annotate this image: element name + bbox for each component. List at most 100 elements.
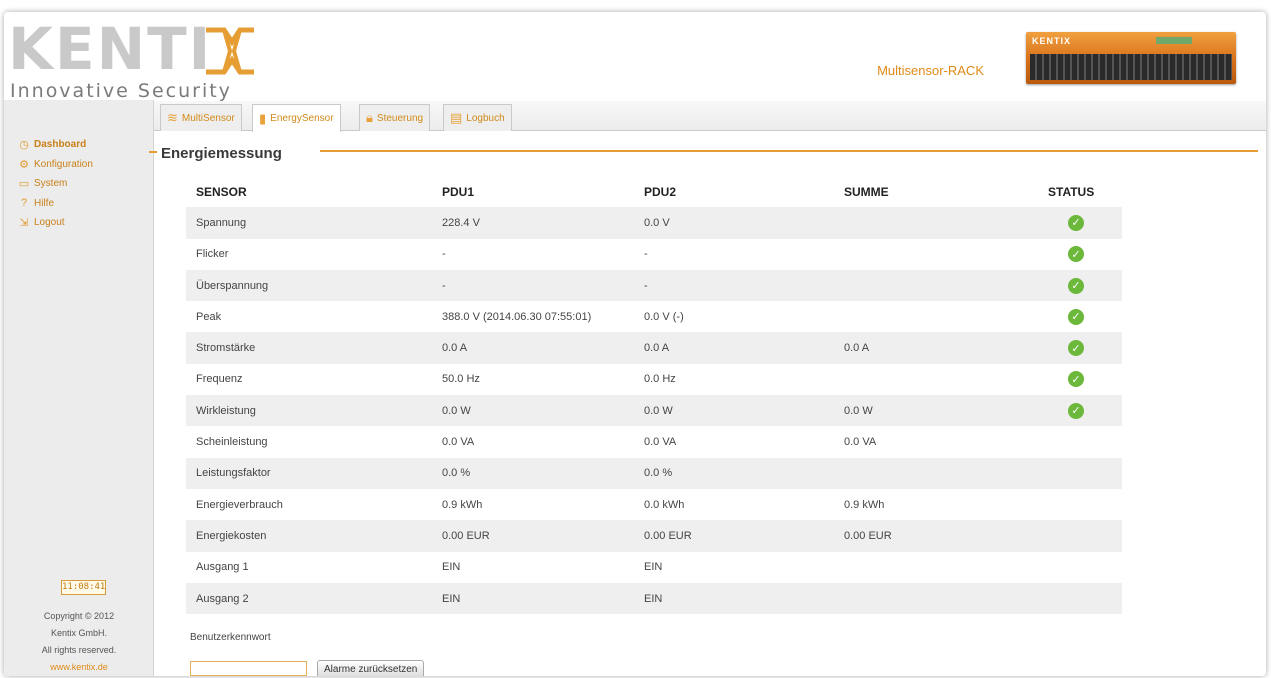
sensor-cell: Leistungsfaktor xyxy=(196,467,271,480)
wrench-icon: ⚙ xyxy=(19,159,29,171)
sensor-cell: Wirkleistung xyxy=(196,404,256,417)
sidebar: ◷ Dashboard ⚙ Konfiguration ▭ System ? H… xyxy=(4,100,154,676)
device-display xyxy=(1156,37,1192,44)
tab-logbuch[interactable]: ▤ Logbuch xyxy=(443,104,512,131)
pdu2-cell: 0.00 EUR xyxy=(644,529,692,542)
monitor-icon: ▭ xyxy=(18,178,30,190)
table-row: Leistungsfaktor 0.0 % 0.0 % xyxy=(186,457,1122,489)
logo-tagline: Innovative Security xyxy=(10,80,232,102)
table-row: Überspannung - - ✓ xyxy=(186,269,1122,302)
status-ok-icon: ✓ xyxy=(1068,340,1084,357)
table-row: Stromstärke 0.0 A 0.0 A 0.0 A ✓ xyxy=(186,332,1122,364)
header-status: STATUS xyxy=(1048,184,1095,199)
sensor-cell: Frequenz xyxy=(196,373,243,386)
summe-cell: 0.00 EUR xyxy=(844,529,892,542)
header: KENTI Innovative Security Multisensor-RA… xyxy=(4,12,1266,102)
summe-cell: 0.9 kWh xyxy=(844,498,885,511)
status-cell: ✓ xyxy=(1048,270,1084,301)
pdu1-cell: 0.9 kWh xyxy=(442,498,483,511)
pdu1-cell: - xyxy=(442,248,446,261)
sensor-icon: ≋ xyxy=(167,110,178,125)
status-cell: ✓ xyxy=(1048,207,1084,238)
sensor-cell: Ausgang 2 xyxy=(196,592,249,605)
pdu1-cell: 0.0 VA xyxy=(442,436,475,449)
sensor-cell: Ausgang 1 xyxy=(196,561,249,574)
table-header: SENSOR PDU1 PDU2 SUMME STATUS xyxy=(186,176,1122,207)
sensor-cell: Flicker xyxy=(196,248,229,261)
sidebar-item-label: Dashboard xyxy=(34,139,87,150)
status-ok-icon: ✓ xyxy=(1068,246,1084,263)
sidebar-item-konfiguration[interactable]: ⚙ Konfiguration xyxy=(18,158,93,171)
section-dash xyxy=(149,151,157,153)
password-input[interactable] xyxy=(190,661,307,676)
logo-x-icon xyxy=(206,27,254,75)
tab-bar: ≋ MultiSensor ▮ EnergySensor 🔒︎ Steuerun… xyxy=(154,101,1266,132)
tab-multisensor[interactable]: ≋ MultiSensor xyxy=(160,104,242,131)
tab-steuerung[interactable]: 🔒︎ Steuerung xyxy=(359,104,431,131)
logbook-icon: ▤ xyxy=(450,110,463,125)
pdu2-cell: 0.0 Hz xyxy=(644,373,676,386)
status-cell: ✓ xyxy=(1048,395,1084,426)
summe-cell: 0.0 VA xyxy=(844,436,877,449)
logo-word: KENTI xyxy=(8,15,213,83)
sidebar-item-label: System xyxy=(34,178,68,189)
pdu2-cell: EIN xyxy=(644,592,663,605)
status-cell: ✓ xyxy=(1048,301,1084,332)
sidebar-item-label: Logout xyxy=(34,217,65,228)
sidebar-item-logout[interactable]: ⇲ Logout xyxy=(18,216,65,229)
tab-label: EnergySensor xyxy=(270,113,334,124)
pdu2-cell: 0.0 A xyxy=(644,342,670,355)
device-image: KENTIX xyxy=(1026,32,1236,84)
sidebar-item-hilfe[interactable]: ? Hilfe xyxy=(18,197,54,209)
pdu1-cell: 388.0 V (2014.06.30 07:55:01) xyxy=(442,310,592,323)
status-ok-icon: ✓ xyxy=(1068,371,1084,388)
sidebar-item-system[interactable]: ▭ System xyxy=(18,177,68,190)
header-pdu1: PDU1 xyxy=(442,184,475,199)
status-ok-icon: ✓ xyxy=(1068,277,1084,294)
pdu1-cell: 50.0 Hz xyxy=(442,373,480,386)
app-window: KENTI Innovative Security Multisensor-RA… xyxy=(4,12,1266,676)
header-summe: SUMME xyxy=(844,184,889,199)
energy-table: SENSOR PDU1 PDU2 SUMME STATUS Spannung 22… xyxy=(186,176,1122,615)
pdu2-cell: 0.0 % xyxy=(644,467,673,480)
pdu1-cell: - xyxy=(442,279,446,292)
tab-energysensor[interactable]: ▮ EnergySensor xyxy=(252,104,341,132)
table-row: Wirkleistung 0.0 W 0.0 W 0.0 W ✓ xyxy=(186,395,1122,427)
status-ok-icon: ✓ xyxy=(1068,214,1084,231)
device-label: KENTIX xyxy=(1032,36,1072,46)
status-cell: ✓ xyxy=(1048,239,1084,270)
website-link[interactable]: www.kentix.de xyxy=(4,662,154,672)
status-cell: ✓ xyxy=(1048,364,1084,395)
sensor-cell: Energiekosten xyxy=(196,529,267,542)
table-row: Ausgang 2 EIN EIN xyxy=(186,582,1122,615)
company-text: Kentix GmbH. xyxy=(50,628,108,638)
status-ok-icon: ✓ xyxy=(1068,308,1084,325)
sensor-cell: Scheinleistung xyxy=(196,436,268,449)
help-icon: ? xyxy=(20,197,28,209)
sidebar-item-label: Hilfe xyxy=(34,197,55,209)
pdu2-cell: 0.0 V (-) xyxy=(644,310,684,323)
tab-label: Logbuch xyxy=(466,112,505,124)
tab-label: MultiSensor xyxy=(181,112,235,124)
sidebar-item-dashboard[interactable]: ◷ Dashboard xyxy=(18,138,86,151)
device-ports xyxy=(1030,54,1232,80)
section-title: Energiemessung xyxy=(161,145,282,162)
table-row: Energiekosten 0.00 EUR 0.00 EUR 0.00 EUR xyxy=(186,520,1122,552)
sensor-cell: Energieverbrauch xyxy=(196,498,283,511)
logout-icon: ⇲ xyxy=(19,217,29,229)
summe-cell: 0.0 A xyxy=(844,342,870,355)
header-pdu2: PDU2 xyxy=(644,184,677,199)
sidebar-item-label: Konfiguration xyxy=(34,159,93,170)
status-ok-icon: ✓ xyxy=(1068,402,1084,419)
pdu2-cell: EIN xyxy=(644,561,663,574)
pdu1-cell: 0.0 W xyxy=(442,404,471,417)
tab-label: Steuerung xyxy=(376,112,424,124)
lock-icon: 🔒︎ xyxy=(366,110,373,125)
password-label: Benutzerkennwort xyxy=(190,632,271,643)
clock-icon: ◷ xyxy=(19,139,29,151)
reset-alarms-button[interactable]: Alarme zurücksetzen xyxy=(317,660,425,676)
pdu1-cell: 0.0 A xyxy=(442,342,468,355)
pdu2-cell: - xyxy=(644,279,648,292)
pdu2-cell: - xyxy=(644,248,648,261)
pdu1-cell: EIN xyxy=(442,592,461,605)
